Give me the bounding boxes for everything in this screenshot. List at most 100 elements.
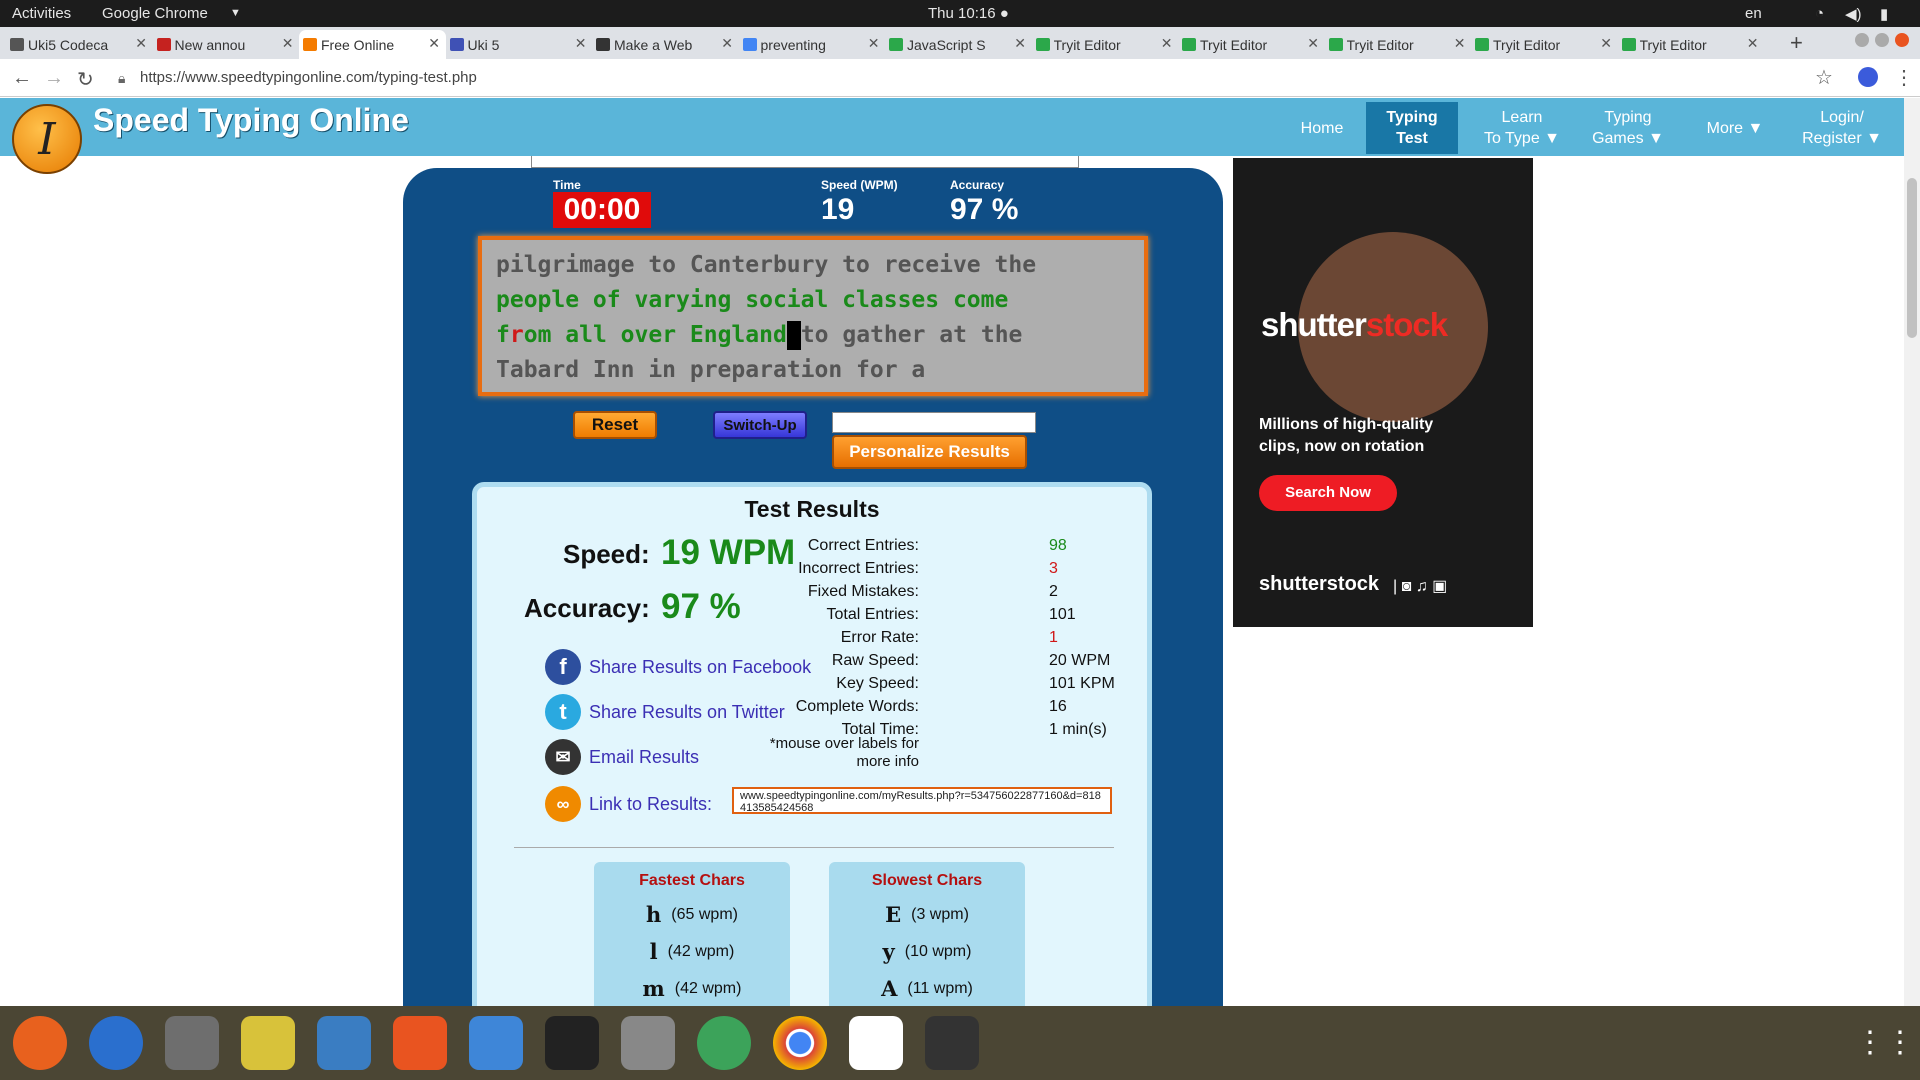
- email-icon: ✉: [545, 739, 581, 775]
- thunderbird-icon[interactable]: [89, 1016, 143, 1070]
- battery-icon[interactable]: ▮: [1880, 5, 1888, 23]
- minimize-button[interactable]: [1855, 33, 1869, 47]
- tab-close-icon[interactable]: ✕: [1014, 35, 1026, 52]
- nav-item-typingtest[interactable]: Typing Test: [1366, 102, 1458, 154]
- language-indicator[interactable]: en: [1745, 5, 1762, 22]
- clock[interactable]: Thu 10:16 ●: [928, 5, 1009, 22]
- forward-arrow-icon[interactable]: →: [44, 67, 64, 90]
- tab-favicon-icon: [1182, 38, 1196, 51]
- nav-item-more[interactable]: More ▼: [1690, 102, 1780, 154]
- tab-close-icon[interactable]: ✕: [868, 35, 880, 52]
- app-grid-icon[interactable]: ⋮⋮⋮: [1855, 1016, 1920, 1070]
- char-speed: (42 wpm): [667, 942, 735, 960]
- tab-close-icon[interactable]: ✕: [1307, 35, 1319, 52]
- nav-item-typinggames[interactable]: Typing Games ▼: [1580, 102, 1676, 154]
- text-line-2: people of varying social classes come: [496, 287, 1009, 313]
- site-logo[interactable]: I: [12, 104, 82, 174]
- software-center-icon[interactable]: [393, 1016, 447, 1070]
- reset-button[interactable]: Reset: [573, 411, 657, 439]
- tab-close-icon[interactable]: ✕: [721, 35, 733, 52]
- extension-icon[interactable]: [1858, 67, 1878, 87]
- slack-icon[interactable]: [849, 1016, 903, 1070]
- advertisement[interactable]: shutterstock Millions of high-quality cl…: [1233, 158, 1533, 627]
- tab-close-icon[interactable]: ✕: [1454, 35, 1466, 52]
- switch-up-button[interactable]: Switch-Up: [713, 411, 807, 439]
- char-speed: (11 wpm): [907, 979, 973, 997]
- tab-close-icon[interactable]: ✕: [1600, 35, 1612, 52]
- files-icon[interactable]: [165, 1016, 219, 1070]
- tab-close-icon[interactable]: ✕: [1747, 35, 1759, 52]
- site-name[interactable]: Speed Typing Online: [93, 102, 409, 139]
- slowest-chars-title: Slowest Chars: [871, 872, 983, 889]
- slowest-char-row: E (3 wpm): [829, 902, 1025, 927]
- browser-tab[interactable]: Tryit Editor ✕: [1471, 30, 1618, 59]
- results-link-field[interactable]: www.speedtypingonline.com/myResults.php?…: [732, 787, 1112, 814]
- browser-tab[interactable]: Tryit Editor ✕: [1032, 30, 1179, 59]
- accuracy-result-label: Accuracy:: [524, 593, 650, 623]
- app-menu[interactable]: Google Chrome: [102, 5, 208, 22]
- back-arrow-icon[interactable]: ←: [12, 67, 32, 90]
- char: l: [649, 939, 658, 964]
- help-icon[interactable]: [469, 1016, 523, 1070]
- tab-close-icon[interactable]: ✕: [428, 35, 440, 52]
- browser-tab[interactable]: Tryit Editor ✕: [1325, 30, 1472, 59]
- new-tab-button[interactable]: +: [1790, 30, 1803, 56]
- divider: [514, 847, 1114, 848]
- updater-icon[interactable]: [925, 1016, 979, 1070]
- nav-item-learnto-type[interactable]: Learn To Type ▼: [1472, 102, 1572, 154]
- nav-item-login-register[interactable]: Login/Register ▼: [1790, 102, 1894, 154]
- browser-tab[interactable]: Free Online ✕: [299, 30, 446, 59]
- nav-label-line2: Test: [1396, 130, 1428, 147]
- atom-icon[interactable]: [697, 1016, 751, 1070]
- personalize-results-button[interactable]: Personalize Results: [832, 435, 1027, 469]
- tab-close-icon[interactable]: ✕: [282, 35, 294, 52]
- char: A: [881, 976, 898, 1001]
- link-icon: ∞: [545, 786, 581, 822]
- wifi-icon[interactable]: ◔: [1815, 5, 1824, 22]
- nav-item-home[interactable]: Home: [1282, 102, 1362, 154]
- chrome-icon[interactable]: [773, 1016, 827, 1070]
- bookmark-star-icon[interactable]: ☆: [1815, 65, 1833, 90]
- result-label[interactable]: Error Rate:: [669, 629, 919, 647]
- tab-close-icon[interactable]: ✕: [135, 35, 147, 52]
- amazon-icon[interactable]: [545, 1016, 599, 1070]
- browser-tab[interactable]: Make a Web ✕: [592, 30, 739, 59]
- tab-close-icon[interactable]: ✕: [1161, 35, 1173, 52]
- result-label[interactable]: Total Entries:: [669, 606, 919, 624]
- result-label[interactable]: Fixed Mistakes:: [669, 583, 919, 601]
- tab-title: Make a Web: [614, 36, 693, 53]
- result-label[interactable]: Correct Entries:: [669, 537, 919, 555]
- browser-tab[interactable]: Tryit Editor ✕: [1178, 30, 1325, 59]
- tab-close-icon[interactable]: ✕: [575, 35, 587, 52]
- volume-icon[interactable]: ◀): [1845, 5, 1862, 23]
- browser-tab[interactable]: Uki5 Codeca ✕: [6, 30, 153, 59]
- url-field[interactable]: 🔒︎ https://www.speedtypingonline.com/typ…: [118, 67, 1798, 91]
- rhythmbox-icon[interactable]: [241, 1016, 295, 1070]
- typing-text-area[interactable]: pilgrimage to Canterbury to receive the …: [478, 236, 1148, 396]
- chrome-menu-icon[interactable]: ⋮: [1894, 65, 1914, 90]
- share-twitter-link[interactable]: t Share Results on Twitter: [545, 694, 785, 730]
- maximize-button[interactable]: [1875, 33, 1889, 47]
- reload-icon[interactable]: ↻: [77, 67, 94, 92]
- activities-button[interactable]: Activities: [12, 5, 71, 22]
- page-scrollbar[interactable]: [1904, 98, 1920, 1006]
- scrollbar-thumb[interactable]: [1907, 178, 1917, 338]
- browser-tab[interactable]: JavaScript S ✕: [885, 30, 1032, 59]
- name-input[interactable]: [832, 412, 1036, 433]
- nav-label-line1: Login/: [1820, 109, 1864, 126]
- firefox-icon[interactable]: [13, 1016, 67, 1070]
- tab-favicon-icon: [1328, 38, 1343, 51]
- libreoffice-impress-icon[interactable]: [317, 1016, 371, 1070]
- result-label[interactable]: Incorrect Entries:: [669, 560, 919, 578]
- share-facebook-link[interactable]: f Share Results on Facebook: [545, 649, 811, 685]
- email-results-link[interactable]: ✉ Email Results: [545, 739, 699, 775]
- ad-search-now-button[interactable]: Search Now: [1259, 475, 1397, 511]
- close-window-button[interactable]: [1895, 33, 1909, 47]
- tab-favicon-icon: [449, 38, 464, 51]
- browser-tab[interactable]: Uki 5 ✕: [446, 30, 593, 59]
- speed-value: 19: [821, 193, 855, 226]
- browser-tab[interactable]: Tryit Editor ✕: [1618, 30, 1765, 59]
- browser-tab[interactable]: preventing ✕: [739, 30, 886, 59]
- camera-icon[interactable]: [621, 1016, 675, 1070]
- browser-tab[interactable]: New annou ✕: [153, 30, 300, 59]
